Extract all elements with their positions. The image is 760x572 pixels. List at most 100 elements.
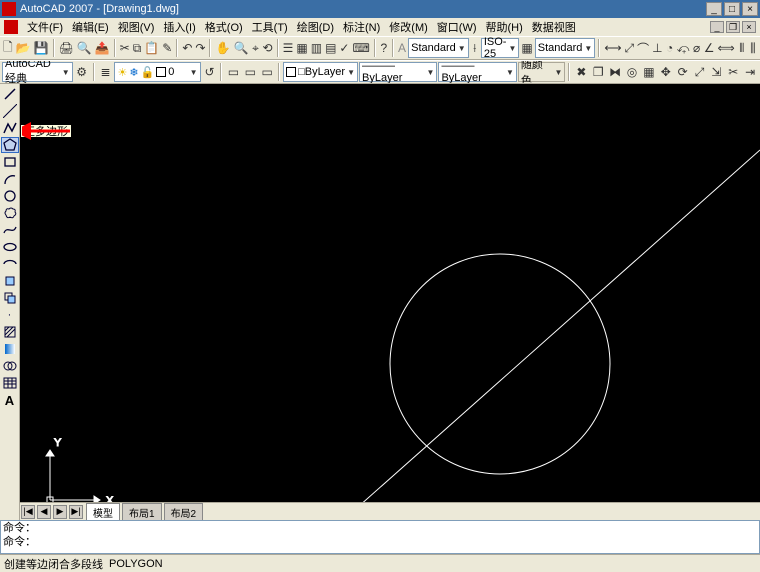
tablestyle-icon[interactable]: ▦ — [520, 38, 533, 58]
zoom-window-icon[interactable]: ⌖ — [250, 38, 260, 58]
rotate-icon[interactable]: ⟳ — [675, 62, 691, 82]
pan-icon[interactable]: ✋ — [214, 38, 231, 58]
arc-icon[interactable] — [1, 171, 19, 187]
stretch-icon[interactable]: ⇲ — [708, 62, 724, 82]
menu-view[interactable]: 视图(V) — [114, 18, 159, 36]
help-icon[interactable]: ? — [379, 38, 389, 58]
insert-block-icon[interactable] — [1, 273, 19, 289]
make-block-icon[interactable] — [1, 290, 19, 306]
tool-palettes-icon[interactable]: ▥ — [310, 38, 323, 58]
mtext-icon[interactable]: A — [1, 392, 19, 408]
menu-window[interactable]: 窗口(W) — [433, 18, 481, 36]
dim-radius-icon[interactable]: ◔ — [665, 38, 675, 58]
model-viewport[interactable]: X Y |◀ ◀ ▶ ▶| 模型 布局1 布局2 — [20, 84, 760, 520]
polyline-icon[interactable] — [1, 120, 19, 136]
workspace-dropdown[interactable]: AutoCAD 经典▼ — [2, 62, 73, 82]
menu-draw[interactable]: 绘图(D) — [293, 18, 338, 36]
design-center-icon[interactable]: ▦ — [295, 38, 308, 58]
match-props-icon[interactable]: ✎ — [161, 38, 173, 58]
linetype-dropdown[interactable]: ——— ByLayer▼ — [359, 62, 437, 82]
tab-nav-next[interactable]: ▶ — [53, 505, 67, 519]
copy-icon[interactable]: ⧉ — [132, 38, 143, 58]
tab-nav-first[interactable]: |◀ — [21, 505, 35, 519]
tab-nav-prev[interactable]: ◀ — [37, 505, 51, 519]
mirror-icon[interactable]: ⧓ — [607, 62, 623, 82]
workspace-settings-icon[interactable]: ⚙ — [74, 62, 90, 82]
doc-close-button[interactable]: × — [742, 21, 756, 33]
rectangle-icon[interactable] — [1, 154, 19, 170]
region-icon[interactable] — [1, 358, 19, 374]
layer-iso-icon[interactable]: ▭ — [259, 62, 275, 82]
move-icon[interactable]: ✥ — [658, 62, 674, 82]
color-dropdown[interactable]: □ByLayer▼ — [283, 62, 358, 82]
circle-icon[interactable] — [1, 188, 19, 204]
minimize-button[interactable]: _ — [706, 2, 722, 16]
dim-diameter-icon[interactable]: ⌀ — [692, 38, 702, 58]
dim-aligned-icon[interactable]: ⤢ — [624, 38, 636, 58]
dim-angular-icon[interactable]: ∠ — [703, 38, 716, 58]
layer-previous-icon[interactable]: ↺ — [202, 62, 218, 82]
zoom-previous-icon[interactable]: ⟲ — [262, 38, 274, 58]
layer-properties-icon[interactable]: ≣ — [98, 62, 114, 82]
extend-icon[interactable]: ⇥ — [742, 62, 758, 82]
print-icon[interactable]: 🖨 — [58, 38, 75, 58]
dim-continue-icon[interactable]: ⫼ — [748, 38, 758, 58]
dim-quick-icon[interactable]: ⟺ — [717, 38, 736, 58]
menu-dataview[interactable]: 数据视图 — [528, 18, 580, 36]
publish-icon[interactable]: 📤 — [94, 38, 111, 58]
tab-model[interactable]: 模型 — [86, 503, 120, 521]
erase-icon[interactable]: ✖ — [573, 62, 589, 82]
lineweight-dropdown[interactable]: ——— ByLayer▼ — [438, 62, 516, 82]
menu-file[interactable]: 文件(F) — [23, 18, 67, 36]
trim-icon[interactable]: ✂ — [725, 62, 741, 82]
undo-icon[interactable]: ↶ — [181, 38, 193, 58]
tab-layout1[interactable]: 布局1 — [122, 503, 162, 521]
dim-baseline-icon[interactable]: ⫴ — [737, 38, 747, 58]
maximize-button[interactable]: □ — [724, 2, 740, 16]
textstyle-icon[interactable]: A — [397, 38, 407, 58]
print-preview-icon[interactable]: 🔍 — [76, 38, 93, 58]
array-icon[interactable]: ▦ — [641, 62, 657, 82]
zoom-realtime-icon[interactable]: 🔍 — [232, 38, 249, 58]
ellipse-icon[interactable] — [1, 239, 19, 255]
line-icon[interactable] — [1, 86, 19, 102]
dim-arc-icon[interactable]: ⌒ — [636, 38, 650, 58]
menu-dimension[interactable]: 标注(N) — [339, 18, 384, 36]
menu-modify[interactable]: 修改(M) — [385, 18, 432, 36]
qcalc-icon[interactable]: ⌨ — [351, 38, 370, 58]
dim-ordinate-icon[interactable]: ⊥ — [651, 38, 663, 58]
doc-restore-button[interactable]: ❐ — [726, 21, 740, 33]
tab-layout2[interactable]: 布局2 — [164, 503, 204, 521]
properties-icon[interactable]: ☰ — [282, 38, 295, 58]
table-icon[interactable] — [1, 375, 19, 391]
menu-format[interactable]: 格式(O) — [201, 18, 247, 36]
copy-obj-icon[interactable]: ❐ — [590, 62, 606, 82]
spline-icon[interactable] — [1, 222, 19, 238]
menu-insert[interactable]: 插入(I) — [159, 18, 199, 36]
dimstyle-icon[interactable]: ⟊ — [470, 38, 480, 58]
gradient-icon[interactable] — [1, 341, 19, 357]
dim-style-dropdown[interactable]: ISO-25▼ — [481, 38, 520, 58]
table-style-dropdown[interactable]: Standard▼ — [535, 38, 596, 58]
construction-line-icon[interactable] — [1, 103, 19, 119]
open-icon[interactable]: 📂 — [15, 38, 32, 58]
revision-cloud-icon[interactable] — [1, 205, 19, 221]
menu-help[interactable]: 帮助(H) — [482, 18, 527, 36]
scale-icon[interactable]: ⤢ — [692, 62, 708, 82]
save-icon[interactable]: 💾 — [33, 38, 50, 58]
new-icon[interactable]: 🗋 — [2, 38, 14, 58]
hatch-icon[interactable] — [1, 324, 19, 340]
menu-tools[interactable]: 工具(T) — [248, 18, 292, 36]
layer-state-icon[interactable]: ▭ — [225, 62, 241, 82]
cut-icon[interactable]: ✂ — [119, 38, 131, 58]
paste-icon[interactable]: 📋 — [143, 38, 160, 58]
dim-linear-icon[interactable]: ⟷ — [603, 38, 622, 58]
dim-jogged-icon[interactable]: ⤽ — [676, 38, 691, 58]
point-icon[interactable]: · — [1, 307, 19, 323]
menu-edit[interactable]: 编辑(E) — [68, 18, 113, 36]
text-style-dropdown[interactable]: Standard▼ — [408, 38, 469, 58]
tab-nav-last[interactable]: ▶| — [69, 505, 83, 519]
doc-minimize-button[interactable]: _ — [710, 21, 724, 33]
redo-icon[interactable]: ↷ — [194, 38, 206, 58]
plotstyle-dropdown[interactable]: 随颜色▼ — [518, 62, 566, 82]
